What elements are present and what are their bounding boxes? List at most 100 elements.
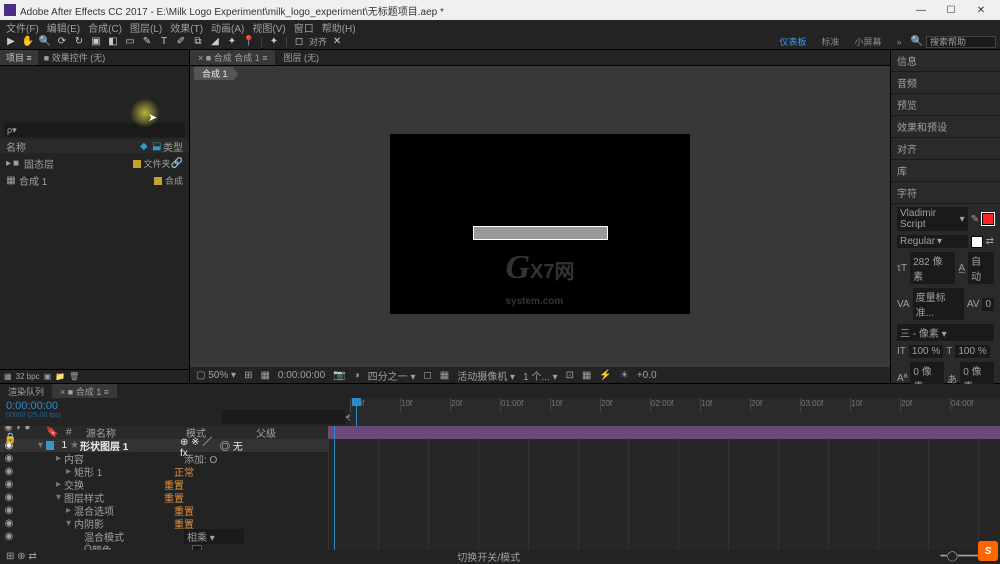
transparency-icon[interactable]: ▦ [440, 370, 449, 381]
time-ruler[interactable]: :00f 10f20f 01:00f10f 20f02:00f 10f20f 0… [350, 398, 1000, 412]
panel-character[interactable]: 字符 [891, 182, 1000, 204]
camera-dropdown[interactable]: 活动摄像机 ▾ [457, 368, 515, 383]
panel-audio[interactable]: 音频 [891, 72, 1000, 94]
layer-label-swatch[interactable] [46, 441, 54, 450]
font-family-dropdown[interactable]: Vladimir Script ▾ [897, 207, 968, 231]
menu-composition[interactable]: 合成(C) [86, 20, 124, 34]
orbit-tool[interactable]: ⟳ [55, 35, 69, 49]
rotate-tool[interactable]: ↻ [72, 35, 86, 49]
font-style-dropdown[interactable]: Regular ▾ [897, 235, 968, 248]
timeline-comp-tab[interactable]: × ■ 合成 1 ≡ [52, 384, 117, 398]
eraser-tool[interactable]: ◢ [208, 35, 222, 49]
window-maximize[interactable]: ☐ [936, 5, 966, 16]
delete-icon[interactable]: 🗑 [69, 372, 79, 381]
fast-preview-icon[interactable]: ⚡ [599, 370, 611, 381]
effect-controls-tab[interactable]: ■ 效果控件 (无) [38, 50, 111, 65]
visibility-toggle[interactable]: ◉ [4, 440, 14, 451]
pan-behind-tool[interactable]: ◧ [106, 35, 120, 49]
vscale-input[interactable]: 100 % [909, 345, 943, 358]
menu-window[interactable]: 窗口 [292, 20, 316, 34]
resolution-icon[interactable]: ⊞ [244, 370, 252, 381]
interpret-footage-icon[interactable]: ▦ [4, 372, 12, 381]
search-help-input[interactable]: 搜索帮助 [926, 36, 996, 48]
snap-icon[interactable]: ◻ [292, 35, 306, 49]
kerning-input[interactable]: 度量标准... [913, 288, 964, 320]
layer-bar[interactable] [328, 426, 1000, 439]
layer-tab[interactable]: 图层 (无) [275, 50, 327, 65]
channel-icon[interactable]: ◑ [354, 370, 360, 381]
project-tab[interactable]: 项目 ≡ [0, 50, 38, 65]
render-queue-tab[interactable]: 渲染队列 [0, 384, 52, 398]
swap-colors-icon[interactable]: ⇄ [986, 236, 994, 247]
menu-layer[interactable]: 图层(L) [128, 20, 164, 34]
panel-info[interactable]: 信息 [891, 50, 1000, 72]
workspace-standard[interactable]: 标准 [816, 35, 846, 48]
quality-dropdown[interactable]: 四分之一 ▾ [368, 368, 416, 383]
pen-tool[interactable]: ✎ [140, 35, 154, 49]
project-item-comp[interactable]: ▦ 合成 1 合成 [0, 172, 189, 189]
new-comp-icon[interactable]: ▣ [44, 372, 52, 381]
timeline-layer-outline[interactable]: ◉ ◗ ● 🔒 🔖# 源名称 模式 父级 ◉ ▾ 1 ★ 形状图层 1 ⊕ ※ … [0, 426, 328, 550]
composition-viewer[interactable]: GX7网system.com [190, 80, 890, 367]
time-display[interactable]: 0:00:00:00 [278, 370, 325, 381]
local-axis-icon[interactable]: ✦ [267, 35, 281, 49]
window-close[interactable]: ✕ [966, 5, 996, 16]
label-icon[interactable]: ◆ [140, 141, 150, 151]
stroke-width-input[interactable]: 三 - 像素 ▾ [897, 324, 994, 341]
tracking-input[interactable]: 0 [982, 298, 994, 311]
toggle-switches-modes[interactable]: 切换开关/模式 [457, 549, 520, 564]
leading-input[interactable]: 自动 [968, 252, 994, 284]
bpc-button[interactable]: 32 bpc [16, 372, 40, 381]
project-list[interactable]: ▸ ■ 固态层 文件夹 🔗 ▦ 合成 1 合成 [0, 153, 189, 369]
hscale-input[interactable]: 100 % [955, 345, 989, 358]
menu-animation[interactable]: 动画(A) [209, 20, 246, 34]
view-options-icon[interactable]: ⊡ [566, 370, 574, 381]
property-row[interactable]: Ö 颜色 [0, 543, 328, 550]
project-search-input[interactable]: ρ▾ [4, 123, 185, 137]
exposure-icon[interactable]: ☀ [620, 370, 629, 381]
menu-view[interactable]: 视图(V) [250, 20, 287, 34]
toggle-switches-icon[interactable]: ⊞ ⊕ ⇄ [6, 551, 37, 562]
twirl-icon[interactable]: ▾ [38, 440, 46, 451]
shape-layer-rect[interactable] [473, 226, 608, 240]
grid-icon[interactable]: ▦ [260, 370, 269, 381]
composition-stage[interactable]: GX7网system.com [390, 134, 690, 314]
menu-edit[interactable]: 编辑(E) [45, 20, 82, 34]
col-name[interactable]: 名称 [6, 139, 139, 154]
camera-tool[interactable]: ▣ [89, 35, 103, 49]
font-size-input[interactable]: 282 像素 [910, 252, 955, 284]
zoom-tool[interactable]: 🔍 [38, 35, 52, 49]
eyedropper-icon[interactable]: ✎ [971, 214, 979, 225]
snapshot-icon[interactable]: 📷 [333, 370, 345, 381]
views-dropdown[interactable]: 1 个... ▾ [523, 368, 558, 383]
region-icon[interactable]: ◻ [423, 370, 431, 381]
workspace-small[interactable]: 小屏幕 [849, 35, 888, 48]
layer-row-1[interactable]: ◉ ▾ 1 ★ 形状图层 1 ⊕ ※ ／ fx ◎ 无 [0, 439, 328, 452]
puppet-tool[interactable]: 📍 [242, 35, 256, 49]
menu-help[interactable]: 帮助(H) [320, 20, 358, 34]
tag-icon[interactable]: ⬓ [152, 141, 162, 151]
snap-options[interactable]: ✕ [330, 35, 344, 49]
col-type[interactable]: 类型 [163, 139, 183, 154]
comp-breadcrumb[interactable]: 合成 1 [194, 67, 233, 80]
current-timecode[interactable]: 0:00:00:00 [6, 400, 214, 412]
roto-tool[interactable]: ✦ [225, 35, 239, 49]
exposure-value[interactable]: +0.0 [637, 370, 657, 381]
stroke-swatch[interactable] [971, 236, 983, 248]
clone-tool[interactable]: ⧉ [191, 35, 205, 49]
timeline-tracks[interactable] [328, 426, 1000, 550]
new-folder-icon[interactable]: 📁 [55, 372, 65, 381]
panel-effects[interactable]: 效果和预设 [891, 116, 1000, 138]
panel-align[interactable]: 对齐 [891, 138, 1000, 160]
panel-preview[interactable]: 预览 [891, 94, 1000, 116]
workspace-more[interactable]: » [891, 37, 908, 47]
panel-library[interactable]: 库 [891, 160, 1000, 182]
rect-tool[interactable]: ▭ [123, 35, 137, 49]
workspace-dashboard[interactable]: 仪表板 [773, 35, 812, 48]
brush-tool[interactable]: ✐ [174, 35, 188, 49]
menu-file[interactable]: 文件(F) [4, 20, 41, 34]
type-tool[interactable]: T [157, 35, 171, 49]
window-minimize[interactable]: — [906, 5, 936, 16]
menu-effect[interactable]: 效果(T) [168, 20, 205, 34]
timeline-search[interactable] [222, 410, 345, 424]
